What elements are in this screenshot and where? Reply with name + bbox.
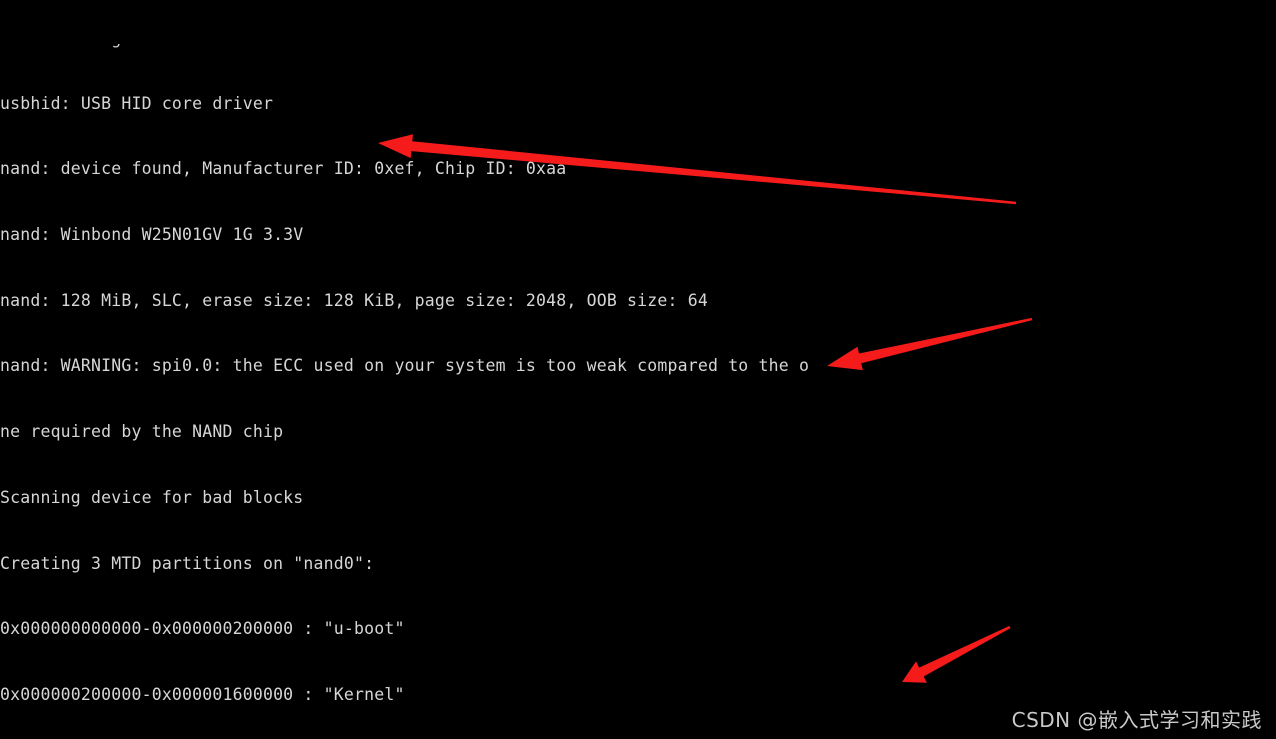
log-line: Scanning device for bad blocks xyxy=(0,487,304,507)
log-line-clipped: usbcore: registered new interface driver… xyxy=(0,44,1276,49)
log-line: nand: device found, Manufacturer ID: 0xe… xyxy=(0,159,567,179)
log-line: 0x000000200000-0x000001600000 : "Kernel" xyxy=(0,684,405,704)
log-line: nand: Winbond W25N01GV 1G 3.3V xyxy=(0,225,304,245)
csdn-watermark: CSDN @嵌入式学习和实践 xyxy=(1011,708,1262,732)
terminal-screen: usbcore: registered new interface driver… xyxy=(0,0,1276,739)
log-line: ne required by the NAND chip xyxy=(0,422,284,442)
log-line: nand: 128 MiB, SLC, erase size: 128 KiB,… xyxy=(0,290,708,310)
log-line: 0x000000000000-0x000000200000 : "u-boot" xyxy=(0,619,405,639)
kernel-boot-log: usbcore: registered new interface driver… xyxy=(0,0,1276,739)
log-line: Creating 3 MTD partitions on "nand0": xyxy=(0,553,375,573)
log-line: usbhid: USB HID core driver xyxy=(0,93,274,113)
log-line: nand: WARNING: spi0.0: the ECC used on y… xyxy=(0,356,810,376)
